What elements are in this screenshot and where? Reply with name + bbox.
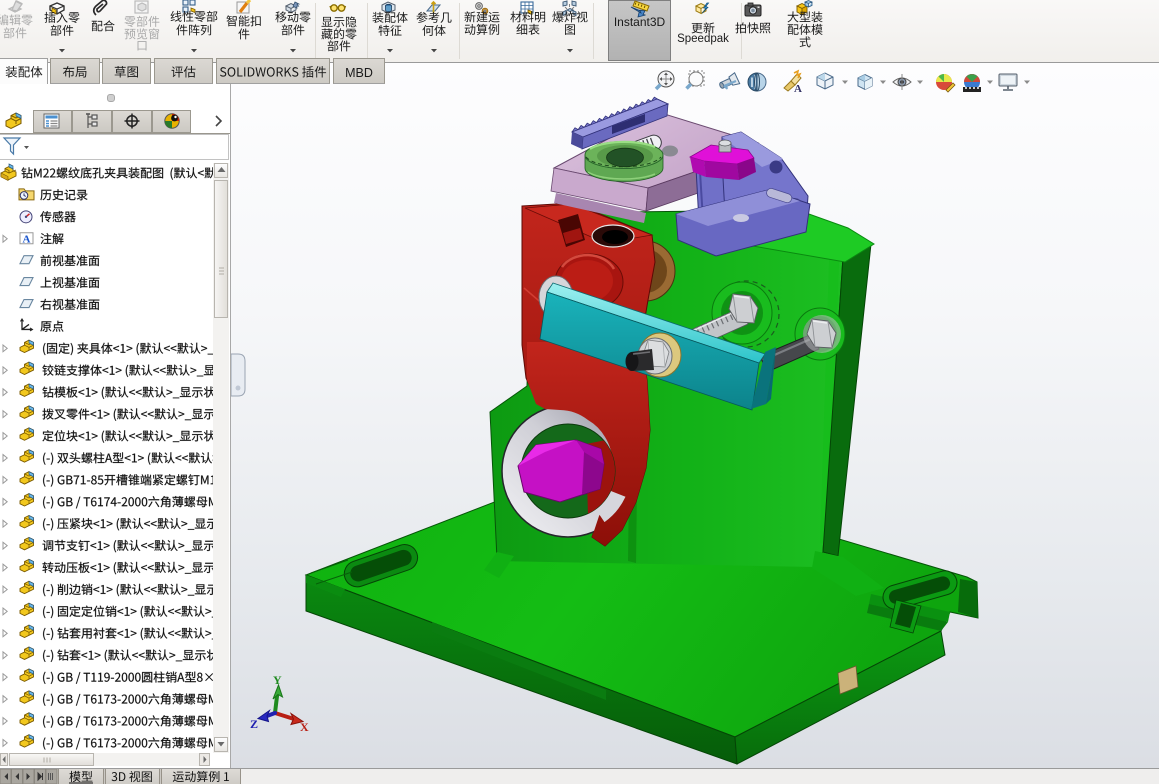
svg-text:A: A: [794, 83, 802, 95]
svg-text:Z: Z: [250, 717, 258, 731]
svg-text:X: X: [300, 720, 309, 734]
svg-text:Y: Y: [273, 673, 282, 687]
